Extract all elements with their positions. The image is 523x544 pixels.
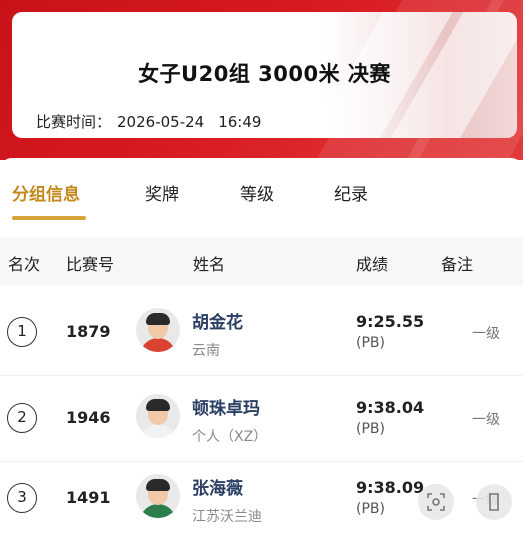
athlete-name[interactable]: 胡金花 [192,308,243,333]
athlete-team: 江苏沃兰迪 [192,509,262,525]
table-row[interactable]: 2 1946 顿珠卓玛 个人（XZ） 9:38.04 (PB) 一级 [0,376,523,462]
athlete-avatar[interactable] [136,394,180,438]
tab-medals[interactable]: 奖牌 [145,180,179,205]
rank-badge: 1 [7,317,37,347]
event-clock: 16:49 [218,113,262,131]
bib-number: 1879 [66,322,111,341]
avatar-jersey [140,504,176,518]
header-remark: 备注 [441,255,474,274]
result-note: (PB) [356,501,385,517]
avatar-jersey [140,424,176,438]
athlete-name[interactable]: 张海薇 [192,474,243,499]
event-date: 2026-05-24 [117,113,205,131]
tab-bar: 分组信息 奖牌 等级 纪录 [0,158,523,222]
scan-icon[interactable] [418,484,454,520]
scan-icon-glyph [427,493,445,511]
athlete-avatar[interactable] [136,308,180,352]
result-note: (PB) [356,421,385,437]
result-note: (PB) [356,335,385,351]
tab-group-info[interactable]: 分组信息 [12,180,80,205]
rank-badge: 2 [7,403,37,433]
header-name: 姓名 [193,255,226,274]
event-title: 女子U20组 3000米 决赛 [138,62,391,86]
avatar-hair [146,479,170,491]
bib-number: 1491 [66,488,111,507]
active-tab-indicator [12,216,86,220]
athlete-avatar[interactable] [136,474,180,518]
event-card: 女子U20组 3000米 决赛 比赛时间： 2026-05-24 16:49 [12,12,517,138]
header-rank: 名次 [8,255,41,274]
tab-grades[interactable]: 等级 [240,180,274,205]
result-time: 9:25.55 [356,312,425,331]
event-time: 比赛时间： 2026-05-24 16:49 [36,111,267,132]
tab-records[interactable]: 纪录 [334,180,368,205]
table-header: 名次 比赛号 姓名 成绩 备注 [0,238,523,286]
header-result: 成绩 [356,255,389,274]
athlete-team: 云南 [192,343,220,359]
rank-badge: 3 [7,483,37,513]
bib-number: 1946 [66,408,111,427]
table-row[interactable]: 1 1879 胡金花 云南 9:25.55 (PB) 一级 [0,290,523,376]
athlete-name[interactable]: 顿珠卓玛 [192,394,260,419]
header-bib: 比赛号 [66,255,115,274]
remark-grade: 一级 [472,412,500,428]
avatar-hair [146,399,170,411]
event-time-label: 比赛时间： [36,113,112,131]
share-icon-glyph [489,493,499,511]
result-time: 9:38.04 [356,398,425,417]
remark-grade: 一级 [472,326,500,342]
avatar-hair [146,313,170,325]
avatar-jersey [140,338,176,352]
athlete-team: 个人（XZ） [192,429,268,445]
share-icon[interactable] [476,484,512,520]
result-time: 9:38.09 [356,478,425,497]
